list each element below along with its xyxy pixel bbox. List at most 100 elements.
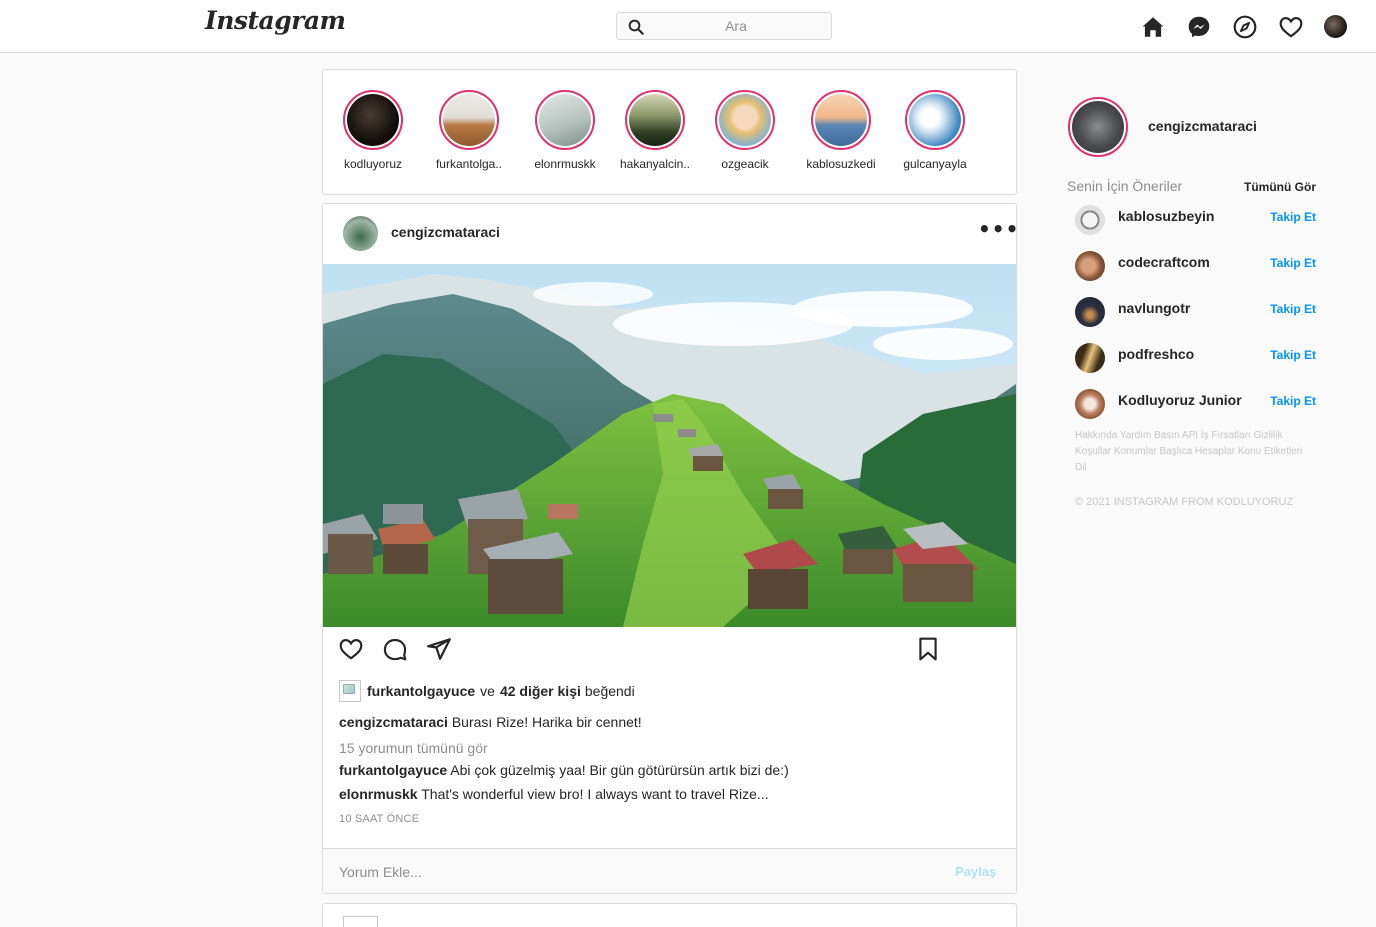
story-username: kodluyoruz bbox=[343, 157, 403, 171]
home-icon[interactable] bbox=[1140, 14, 1166, 40]
story-item[interactable]: hakanyalcin.. bbox=[615, 90, 695, 171]
post-timestamp: 10 SAAT ÖNCE bbox=[339, 813, 420, 825]
post-actions bbox=[323, 636, 1016, 666]
story-item[interactable]: furkantolga.. bbox=[429, 90, 509, 171]
copyright-text: © 2021 INSTAGRAM FROM KODLUYORUZ bbox=[1075, 496, 1294, 508]
comment-text: That's wonderful view bro! I always want… bbox=[421, 786, 769, 802]
liker-avatar-image bbox=[339, 680, 361, 702]
likes-others-count[interactable]: 42 diğer kişi bbox=[500, 683, 581, 699]
story-avatar bbox=[815, 94, 867, 146]
add-comment-bar: Paylaş bbox=[323, 848, 1016, 893]
story-avatar bbox=[347, 94, 399, 146]
feed-post: cengizcmataraci ••• furkantolgayuce ve 4… bbox=[322, 203, 1018, 894]
story-username: hakanyalcin.. bbox=[619, 157, 691, 171]
landscape-photo bbox=[323, 264, 1016, 627]
bookmark-icon[interactable] bbox=[915, 636, 941, 662]
suggestion-avatar[interactable] bbox=[1075, 205, 1105, 235]
follow-button[interactable]: Takip Et bbox=[1270, 348, 1316, 362]
share-paper-plane-icon[interactable] bbox=[426, 636, 452, 662]
suggestion-username[interactable]: podfreshco bbox=[1118, 346, 1194, 362]
story-avatar bbox=[719, 94, 771, 146]
follow-button[interactable]: Takip Et bbox=[1270, 210, 1316, 224]
suggestion-avatar[interactable] bbox=[1075, 297, 1105, 327]
post-image[interactable] bbox=[323, 264, 1016, 627]
next-feed-post bbox=[322, 903, 1017, 927]
story-ring bbox=[905, 90, 965, 150]
story-item[interactable]: elonrmuskk bbox=[525, 90, 605, 171]
follow-button[interactable]: Takip Et bbox=[1270, 394, 1316, 408]
likes-connector: ve bbox=[480, 683, 495, 699]
current-user-avatar[interactable] bbox=[1068, 97, 1128, 157]
likes-suffix: beğendi bbox=[584, 683, 635, 699]
avatar-image bbox=[1072, 101, 1124, 153]
suggestion-username[interactable]: codecraftcom bbox=[1118, 254, 1210, 270]
suggestion-avatar[interactable] bbox=[1075, 251, 1105, 281]
story-username: ozgeacik bbox=[721, 157, 769, 171]
footer-links[interactable]: Hakkında Yardım Basın API İş Fırsatları … bbox=[1075, 428, 1315, 476]
suggestion-username[interactable]: Kodluyoruz Junior bbox=[1118, 392, 1242, 408]
suggestion-item: kablosuzbeyin Takip Et bbox=[1075, 205, 1316, 237]
search-input[interactable] bbox=[651, 15, 821, 37]
story-username: gulcanyayla bbox=[903, 157, 967, 171]
suggestion-avatar[interactable] bbox=[1075, 343, 1105, 373]
instagram-logo[interactable]: Instagram bbox=[205, 6, 346, 35]
suggestion-item: podfreshco Takip Et bbox=[1075, 343, 1316, 375]
comment-bubble-icon[interactable] bbox=[382, 636, 408, 662]
suggestion-avatar[interactable] bbox=[1075, 389, 1105, 419]
messenger-icon[interactable] bbox=[1186, 14, 1212, 40]
follow-button[interactable]: Takip Et bbox=[1270, 302, 1316, 316]
story-avatar bbox=[909, 94, 961, 146]
view-all-comments-link[interactable]: 15 yorumun tümünü gör bbox=[339, 740, 488, 756]
top-navigation-bar: Instagram bbox=[0, 0, 1376, 53]
likes-summary: furkantolgayuce ve 42 diğer kişi beğendi bbox=[339, 680, 635, 702]
story-avatar bbox=[629, 94, 681, 146]
story-username: furkantolga.. bbox=[435, 157, 503, 171]
current-user-username[interactable]: cengizcmataraci bbox=[1148, 118, 1257, 134]
story-ring bbox=[811, 90, 871, 150]
comment-item: furkantolgayuce Abi çok güzelmiş yaa! Bi… bbox=[339, 762, 789, 778]
suggestion-username[interactable]: kablosuzbeyin bbox=[1118, 208, 1214, 224]
story-ring bbox=[625, 90, 685, 150]
story-username: kablosuzkedi bbox=[806, 157, 876, 171]
story-avatar bbox=[443, 94, 495, 146]
story-avatar bbox=[539, 94, 591, 146]
suggestion-item: navlungotr Takip Et bbox=[1075, 297, 1316, 329]
suggestions-heading: Senin İçin Öneriler bbox=[1067, 178, 1183, 194]
story-ring bbox=[439, 90, 499, 150]
post-author-username[interactable]: cengizcmataraci bbox=[391, 224, 500, 240]
see-all-link[interactable]: Tümünü Gör bbox=[1244, 180, 1316, 194]
comment-username[interactable]: furkantolgayuce bbox=[339, 762, 447, 778]
suggestion-item: codecraftcom Takip Et bbox=[1075, 251, 1316, 283]
comment-text: Abi çok güzelmiş yaa! Bir gün götürürsün… bbox=[450, 762, 789, 778]
post-author-avatar-placeholder[interactable] bbox=[343, 916, 378, 927]
comment-item: elonrmuskk That's wonderful view bro! I … bbox=[339, 786, 769, 802]
heart-icon[interactable] bbox=[1278, 14, 1304, 40]
post-header: cengizcmataraci ••• bbox=[323, 204, 1018, 264]
caption-text: Burası Rize! Harika bir cennet! bbox=[451, 714, 642, 730]
comment-username[interactable]: elonrmuskk bbox=[339, 786, 418, 802]
post-comment-button[interactable]: Paylaş bbox=[955, 864, 996, 879]
story-item[interactable]: gulcanyayla bbox=[895, 90, 975, 171]
follow-button[interactable]: Takip Et bbox=[1270, 256, 1316, 270]
story-ring bbox=[715, 90, 775, 150]
profile-avatar[interactable] bbox=[1324, 15, 1347, 38]
comment-input[interactable] bbox=[339, 861, 899, 883]
stories-bar: kodluyoruz furkantolga.. elonrmuskk haka… bbox=[322, 69, 1017, 195]
story-item[interactable]: kablosuzkedi bbox=[801, 90, 881, 171]
search-icon bbox=[628, 19, 644, 35]
caption-username[interactable]: cengizcmataraci bbox=[339, 714, 448, 730]
liker-username[interactable]: furkantolgayuce bbox=[367, 683, 475, 699]
suggestion-username[interactable]: navlungotr bbox=[1118, 300, 1190, 316]
story-item[interactable]: kodluyoruz bbox=[333, 90, 413, 171]
like-heart-icon[interactable] bbox=[338, 636, 364, 662]
post-caption: cengizcmataraci Burası Rize! Harika bir … bbox=[339, 714, 642, 730]
more-options-icon[interactable]: ••• bbox=[978, 219, 1018, 242]
suggestion-item: Kodluyoruz Junior Takip Et bbox=[1075, 389, 1316, 421]
story-ring bbox=[343, 90, 403, 150]
search-box[interactable] bbox=[616, 12, 832, 40]
story-ring bbox=[535, 90, 595, 150]
story-username: elonrmuskk bbox=[534, 157, 596, 171]
post-author-avatar[interactable] bbox=[343, 216, 378, 251]
story-item[interactable]: ozgeacik bbox=[705, 90, 785, 171]
explore-icon[interactable] bbox=[1232, 14, 1258, 40]
